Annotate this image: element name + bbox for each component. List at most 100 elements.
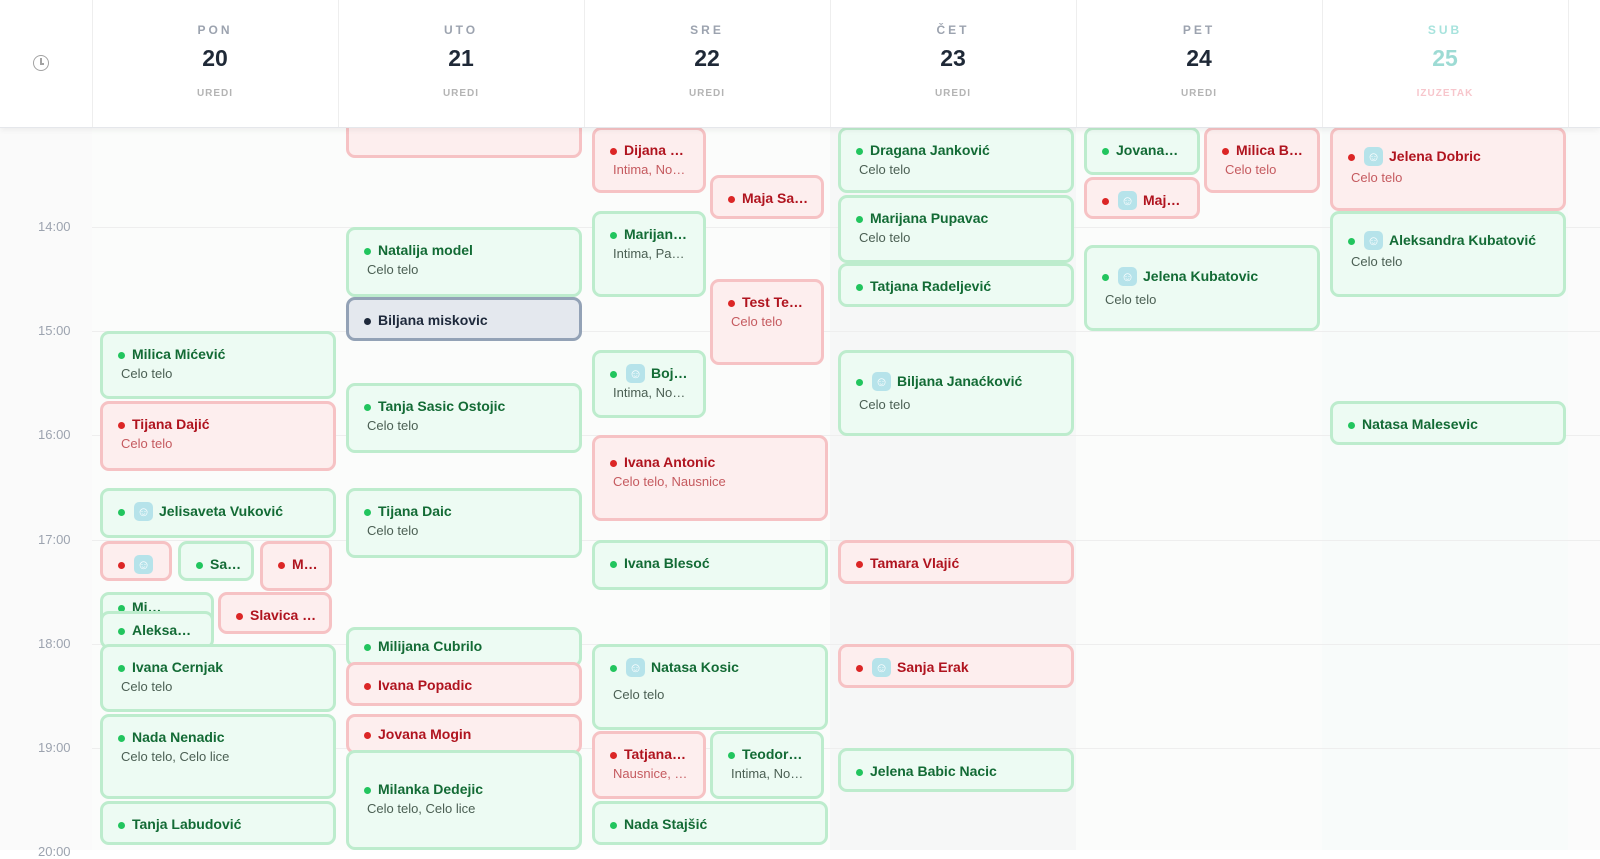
service-list: Celo telo [859, 397, 911, 412]
client-name: Tijana Daic [378, 503, 452, 519]
appointment[interactable]: Milijana Cubrilo [346, 627, 582, 667]
client-name: Natasa Malesevic [1362, 416, 1478, 432]
appointment[interactable]: ☺ Natasa Kosic Celo telo [592, 644, 828, 730]
status-dot [196, 562, 203, 569]
day-number: 25 [1432, 45, 1458, 71]
appointment[interactable]: Tijana Daic Celo telo [346, 488, 582, 558]
appointment[interactable]: Tanja Labudović [100, 801, 336, 845]
client-name: Aleksa… [132, 622, 192, 638]
edit-day-link[interactable]: UREDI [338, 88, 584, 99]
edit-day-link[interactable]: UREDI [830, 88, 1076, 99]
appointment[interactable]: Jelena Babic Nacic [838, 748, 1074, 792]
status-dot [610, 371, 617, 378]
day-column-fri[interactable] [1076, 127, 1323, 850]
day-header-sat: SUB 25 IZUZETAK [1322, 0, 1569, 127]
day-header-tue: UTO 21 UREDI [338, 0, 585, 127]
status-dot [610, 232, 617, 239]
appointment[interactable]: Marijana Pupavac Celo telo [838, 195, 1074, 263]
day-name: SRE [690, 23, 724, 37]
status-dot [1222, 148, 1229, 155]
appointment[interactable]: Nada Stajšić [592, 801, 828, 845]
day-number: 20 [202, 45, 228, 71]
service-list: Celo telo [121, 679, 173, 694]
appointment[interactable]: Jovana Mogin [346, 714, 582, 754]
client-name: Biljana Janaćković [897, 373, 1023, 389]
user-badge-icon: ☺ [1364, 147, 1383, 166]
edit-day-link[interactable]: UREDI [584, 88, 830, 99]
appointment[interactable]: Ivana Blesoć [592, 540, 828, 590]
appointment[interactable]: Ivana Cernjak Celo telo [100, 644, 336, 712]
service-list: Intima, Pa… [613, 246, 685, 261]
service-list: Celo telo [859, 230, 911, 245]
status-dot [856, 148, 863, 155]
status-dot [856, 769, 863, 776]
appointment[interactable]: Natasa Malesevic [1330, 401, 1566, 445]
client-name: Jelena Dobric [1389, 148, 1481, 164]
service-list: Celo telo [1351, 170, 1403, 185]
appointment[interactable]: ☺ Sanja Erak [838, 644, 1074, 688]
calendar-header: PON 20 UREDI UTO 21 UREDI SRE 22 UREDI Č… [0, 0, 1600, 128]
client-name: Biljana miskovic [378, 312, 488, 328]
appointment[interactable]: Sa… [178, 541, 254, 581]
appointment[interactable]: Tijana Dajić Celo telo [100, 401, 336, 471]
exception-link[interactable]: IZUZETAK [1322, 88, 1568, 99]
appointment[interactable]: ☺ Maj… [1084, 177, 1200, 219]
appointment[interactable]: Tatjana Radeljević [838, 263, 1074, 307]
appointment[interactable]: ☺ Boj… Intima, No… [592, 350, 706, 418]
time-label: 20:00 [38, 844, 71, 859]
appointment[interactable]: Natalija model Celo telo [346, 227, 582, 297]
appointment[interactable]: Marijan… Intima, Pa… [592, 211, 706, 297]
day-name: PON [197, 23, 233, 37]
status-dot [364, 787, 371, 794]
status-dot [364, 404, 371, 411]
appointment[interactable]: Milica Mićević Celo telo [100, 331, 336, 399]
client-name: Ivana Cernjak [132, 659, 224, 675]
client-name: Nada Nenadic [132, 729, 225, 745]
appointment[interactable]: Milica B… Celo telo [1204, 127, 1320, 193]
appointment[interactable]: Milanka Dedejic Celo telo, Celo lice [346, 750, 582, 850]
appointment[interactable]: Slavica … [218, 592, 332, 634]
appointment-selected[interactable]: Biljana miskovic [346, 297, 582, 341]
status-dot [728, 196, 735, 203]
status-dot [1348, 238, 1355, 245]
appointment[interactable]: Tamara Vlajić [838, 540, 1074, 584]
client-name: Ivana Blesoć [624, 555, 710, 571]
appointment[interactable]: Test Te… Celo telo [710, 279, 824, 365]
appointment[interactable]: ☺ Aleksandra Kubatović Celo telo [1330, 211, 1566, 297]
service-list: Celo telo [1225, 162, 1277, 177]
edit-day-link[interactable]: UREDI [1076, 88, 1322, 99]
appointment[interactable]: Teodor… Intima, No… [710, 731, 824, 799]
appointment[interactable]: ☺ Jelisaveta Vuković [100, 488, 336, 538]
appointment[interactable]: Tatjana… Nausnice, … [592, 731, 706, 799]
appointment[interactable]: M… [260, 541, 332, 591]
client-name: Jovana Mogin [378, 726, 472, 742]
appointment[interactable]: ☺ [100, 541, 172, 581]
status-dot [278, 562, 285, 569]
status-dot [364, 644, 371, 651]
appointment[interactable]: Jovana… [1084, 127, 1200, 175]
user-badge-icon: ☺ [872, 658, 891, 677]
user-badge-icon: ☺ [1118, 267, 1137, 286]
column-spacer [1568, 127, 1600, 850]
status-dot [856, 216, 863, 223]
appointment[interactable]: Ivana Antonic Celo telo, Nausnice [592, 435, 828, 521]
appointment[interactable]: Nada Nenadic Celo telo, Celo lice [100, 714, 336, 799]
client-name: Natasa Kosic [651, 659, 739, 675]
appointment[interactable]: ☺ Jelena Dobric Celo telo [1330, 127, 1566, 211]
appointment[interactable]: Ivana Popadic [346, 662, 582, 706]
appointment[interactable]: Tanja Sasic Ostojic Celo telo [346, 383, 582, 453]
client-name: Sanja Erak [897, 659, 969, 675]
appointment[interactable]: ☺ Biljana Janaćković Celo telo [838, 350, 1074, 436]
service-list: Celo telo [731, 314, 783, 329]
appointment[interactable]: Dijana … Intima, No… [592, 127, 706, 193]
client-name: Nada Stajšić [624, 816, 708, 832]
appointment[interactable]: ☺ Jelena Kubatovic Celo telo [1084, 245, 1320, 331]
appointment[interactable]: Dragana Janković Celo telo [838, 127, 1074, 193]
client-name: Dijana … [624, 142, 684, 158]
client-name: Jovana… [1116, 142, 1179, 158]
appointment[interactable]: Maja Sa… [710, 175, 824, 219]
client-name: M… [292, 556, 318, 572]
edit-day-link[interactable]: UREDI [92, 88, 338, 99]
user-badge-icon: ☺ [134, 502, 153, 521]
clock-cell [0, 0, 93, 127]
